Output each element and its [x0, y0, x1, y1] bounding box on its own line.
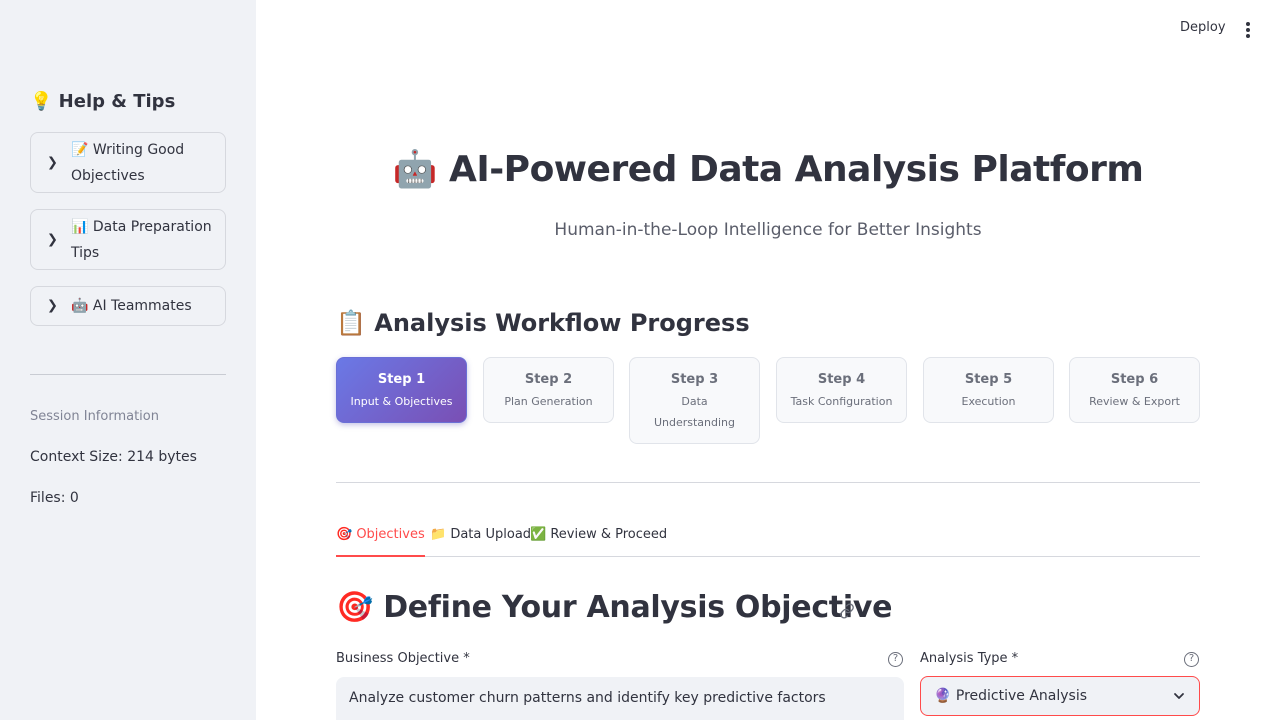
expander-label: 📝 Writing Good Objectives: [71, 141, 185, 184]
workflow-step-5: Step 5 Execution: [923, 357, 1054, 423]
files-count-text: Files: 0: [30, 490, 79, 506]
step-label: Input & Objectives: [350, 395, 453, 408]
step-number: Step 4: [817, 372, 866, 387]
business-objective-label: Business Objective *: [336, 651, 470, 666]
workflow-step-4: Step 4 Task Configuration: [776, 357, 907, 423]
chevron-right-icon: ❯: [47, 298, 58, 314]
sidebar: 💡 Help & Tips ❯ 📝 Writing Good Objective…: [0, 0, 256, 720]
page-title: 🤖 AI-Powered Data Analysis Platform: [392, 149, 1144, 190]
chevron-right-icon: ❯: [47, 232, 58, 247]
workflow-step-1: Step 1 Input & Objectives: [336, 357, 467, 423]
step-number: Step 3: [670, 372, 719, 387]
step-number: Step 1: [377, 372, 426, 387]
tab-bar: 🎯 Objectives 📁 Data Upload ✅ Review & Pr…: [336, 524, 1200, 557]
step-number: Step 6: [1110, 372, 1159, 387]
page-subtitle: Human-in-the-Loop Intelligence for Bette…: [554, 220, 982, 240]
analysis-type-label: Analysis Type *: [920, 651, 1019, 666]
objective-heading: 🎯 Define Your Analysis Objective: [336, 590, 893, 625]
tab-data-upload[interactable]: 📁 Data Upload: [430, 524, 531, 557]
chevron-right-icon: ❯: [47, 155, 58, 170]
analysis-type-value: 🔮 Predictive Analysis: [934, 688, 1088, 704]
sidebar-divider: [30, 374, 226, 375]
tab-objectives[interactable]: 🎯 Objectives: [336, 524, 425, 557]
step-label: Data Understanding: [653, 395, 736, 429]
workflow-step-3: Step 3 Data Understanding: [629, 357, 760, 444]
context-size-text: Context Size: 214 bytes: [30, 449, 197, 465]
step-number: Step 5: [964, 372, 1013, 387]
step-label: Plan Generation: [504, 395, 593, 408]
analysis-type-select[interactable]: 🔮 Predictive Analysis: [920, 676, 1200, 716]
step-label: Review & Export: [1089, 395, 1180, 408]
expander-data-preparation[interactable]: ❯ 📊 Data Preparation Tips: [30, 209, 226, 270]
step-label: Execution: [961, 395, 1016, 408]
workflow-step-2: Step 2 Plan Generation: [483, 357, 614, 423]
workflow-heading: 📋 Analysis Workflow Progress: [336, 309, 750, 337]
business-objective-input[interactable]: Analyze customer churn patterns and iden…: [336, 677, 904, 720]
tab-review-proceed[interactable]: ✅ Review & Proceed: [530, 524, 667, 557]
section-divider: [336, 482, 1200, 483]
expander-writing-objectives[interactable]: ❯ 📝 Writing Good Objectives: [30, 132, 226, 193]
workflow-step-6: Step 6 Review & Export: [1069, 357, 1200, 423]
help-icon[interactable]: ?: [888, 652, 903, 667]
expander-label: 📊 Data Preparation Tips: [71, 218, 212, 261]
step-label: Task Configuration: [790, 395, 893, 408]
expander-label: 🤖 AI Teammates: [71, 298, 192, 314]
help-icon[interactable]: ?: [1184, 652, 1199, 667]
main-menu-icon[interactable]: [1238, 18, 1258, 42]
sidebar-heading: 💡 Help & Tips: [30, 91, 176, 112]
deploy-button[interactable]: Deploy: [1180, 20, 1226, 35]
step-number: Step 2: [524, 372, 573, 387]
anchor-link-icon[interactable]: [838, 603, 856, 619]
chevron-down-icon: [1174, 693, 1184, 699]
expander-ai-teammates[interactable]: ❯ 🤖 AI Teammates: [30, 286, 226, 326]
session-info-caption: Session Information: [30, 409, 159, 424]
